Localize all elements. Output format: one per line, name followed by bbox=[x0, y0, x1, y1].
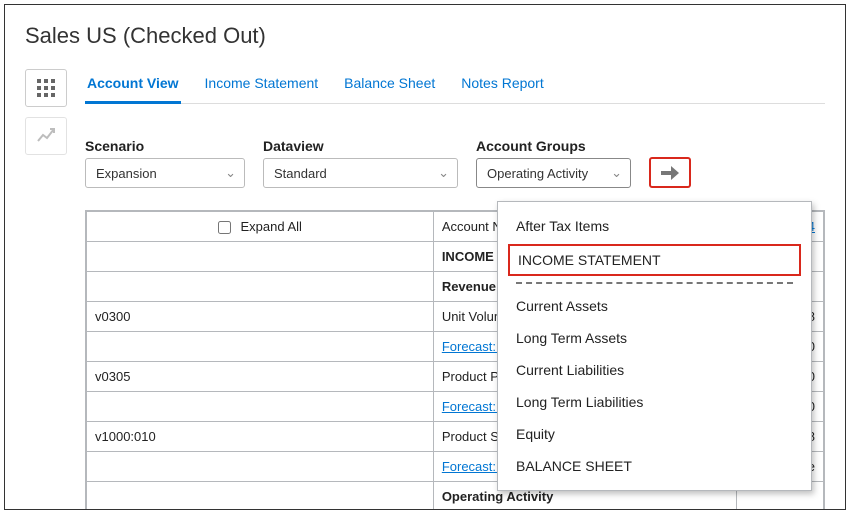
row-code: v0300 bbox=[87, 302, 434, 332]
chevron-down-icon: ⌄ bbox=[225, 165, 236, 181]
dataview-value: Standard bbox=[274, 166, 327, 181]
menu-separator bbox=[516, 282, 793, 284]
expand-all-checkbox[interactable] bbox=[218, 221, 231, 234]
tab-notes-report[interactable]: Notes Report bbox=[459, 69, 545, 103]
account-groups-select[interactable]: Operating Activity ⌄ bbox=[476, 158, 631, 188]
row-code bbox=[87, 392, 434, 422]
account-groups-menu: After Tax ItemsINCOME STATEMENT Current … bbox=[497, 201, 812, 491]
row-code bbox=[87, 272, 434, 302]
page-title: Sales US (Checked Out) bbox=[25, 23, 825, 49]
view-sidebar bbox=[25, 69, 71, 510]
go-button[interactable] bbox=[649, 157, 691, 188]
chevron-down-icon: ⌄ bbox=[438, 165, 449, 181]
grid-icon bbox=[37, 79, 55, 97]
menu-item[interactable]: After Tax Items bbox=[498, 210, 811, 242]
row-code: v1000:010 bbox=[87, 422, 434, 452]
tab-account-view[interactable]: Account View bbox=[85, 69, 181, 104]
tab-income-statement[interactable]: Income Statement bbox=[203, 69, 321, 103]
row-code bbox=[87, 452, 434, 482]
row-code bbox=[87, 332, 434, 362]
scenario-label: Scenario bbox=[85, 138, 245, 154]
row-code bbox=[87, 482, 434, 511]
expand-all-header[interactable]: Expand All bbox=[87, 212, 434, 242]
grid-view-button[interactable] bbox=[25, 69, 67, 107]
menu-item[interactable]: Equity bbox=[498, 418, 811, 450]
chevron-down-icon: ⌄ bbox=[611, 165, 622, 181]
scenario-value: Expansion bbox=[96, 166, 157, 181]
filter-row: Scenario Expansion ⌄ Dataview Standard ⌄… bbox=[85, 138, 825, 188]
account-groups-label: Account Groups bbox=[476, 138, 631, 154]
menu-item[interactable]: Long Term Liabilities bbox=[498, 386, 811, 418]
dataview-label: Dataview bbox=[263, 138, 458, 154]
menu-item[interactable]: BALANCE SHEET bbox=[498, 450, 811, 482]
row-code: v0305 bbox=[87, 362, 434, 392]
chart-icon bbox=[37, 127, 55, 145]
menu-item[interactable]: Current Assets bbox=[498, 290, 811, 322]
account-groups-value: Operating Activity bbox=[487, 166, 588, 181]
expand-all-label: Expand All bbox=[241, 219, 302, 234]
menu-item[interactable]: Long Term Assets bbox=[498, 322, 811, 354]
menu-item[interactable]: INCOME STATEMENT bbox=[508, 244, 801, 276]
scenario-select[interactable]: Expansion ⌄ bbox=[85, 158, 245, 188]
chart-view-button[interactable] bbox=[25, 117, 67, 155]
tab-bar: Account View Income Statement Balance Sh… bbox=[85, 69, 825, 104]
tab-balance-sheet[interactable]: Balance Sheet bbox=[342, 69, 437, 103]
menu-item[interactable]: Current Liabilities bbox=[498, 354, 811, 386]
dataview-select[interactable]: Standard ⌄ bbox=[263, 158, 458, 188]
arrow-right-icon bbox=[661, 166, 679, 180]
row-code bbox=[87, 242, 434, 272]
